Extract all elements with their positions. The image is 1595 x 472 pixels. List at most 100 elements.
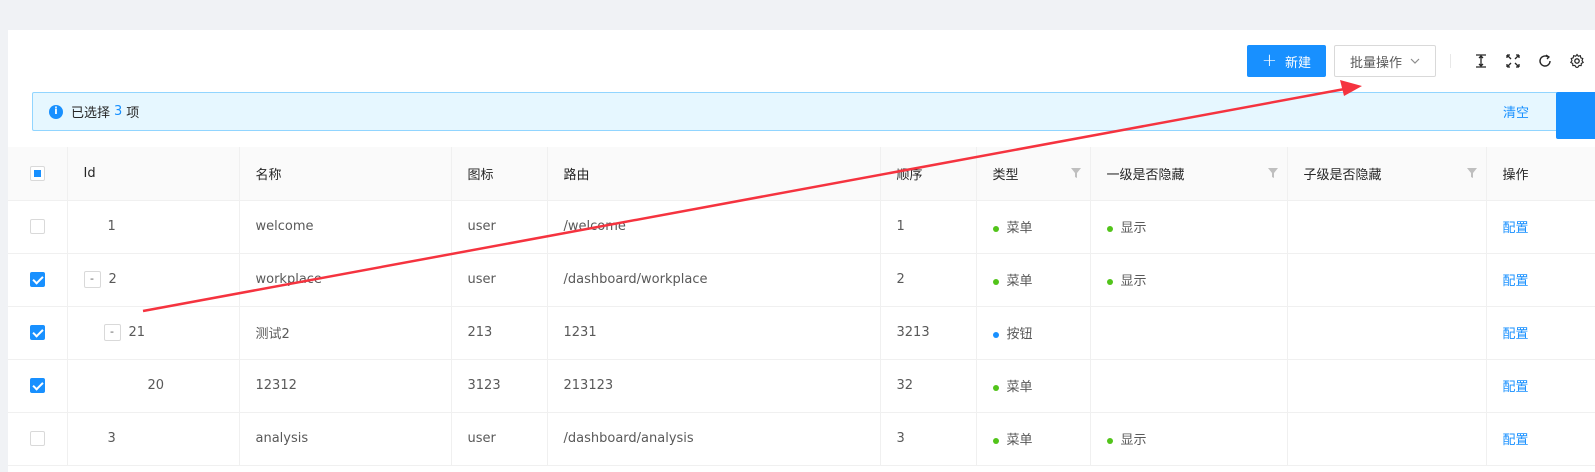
new-button-label: 新建 — [1284, 55, 1311, 71]
row-type: 菜单 — [1006, 433, 1033, 448]
cell-hide-children — [1287, 253, 1487, 307]
row-select-cell — [8, 412, 68, 466]
row-type: 菜单 — [1006, 274, 1033, 289]
status-dot — [1106, 278, 1113, 285]
fullscreen-icon[interactable] — [1505, 53, 1521, 69]
cell-order: 32 — [880, 359, 977, 413]
cell-name: 12312 — [239, 359, 452, 413]
cell-type: 菜单 — [976, 200, 1091, 254]
row-icon: user — [467, 272, 496, 287]
cell-order: 3 — [880, 412, 977, 466]
row-checkbox[interactable] — [29, 219, 45, 234]
cell-icon: 3123 — [451, 359, 548, 413]
header-type: 类型 — [976, 147, 1091, 201]
filter-icon[interactable] — [1267, 167, 1279, 179]
header-hide-children: 子级是否隐藏 — [1287, 147, 1487, 201]
row-route: /dashboard/workplace — [563, 272, 708, 287]
cell-id: -21 — [67, 306, 240, 360]
header-hide-children-label: 子级是否隐藏 — [1303, 167, 1382, 183]
cell-name: welcome — [239, 200, 452, 254]
table-row[interactable]: -21 测试2 213 1231 3213 按钮 配置 — [8, 306, 1595, 360]
clear-selection-link[interactable]: 清空 — [1503, 102, 1529, 121]
row-select-cell — [8, 359, 68, 413]
cell-name: 测试2 — [239, 306, 452, 360]
chevron-down-icon — [1410, 58, 1420, 64]
reload-icon[interactable] — [1537, 53, 1553, 69]
table-header-row: Id 名称 图标 路由 顺序 类型 一级是否隐藏 子级是否隐藏 操作 — [8, 147, 1595, 201]
select-all-checkbox[interactable] — [29, 165, 45, 181]
cell-action: 配置 — [1486, 412, 1595, 466]
status-dot — [992, 437, 999, 444]
batch-operation-dropdown[interactable]: 批量操作 — [1333, 45, 1436, 77]
status-dot — [992, 384, 999, 391]
selection-count: 3 — [114, 104, 123, 119]
side-drawer-handle[interactable] — [1556, 92, 1595, 139]
row-expand-icon[interactable]: - — [83, 271, 101, 288]
cell-hide-children — [1287, 359, 1487, 413]
toolbar-divider — [1450, 54, 1451, 68]
row-select-cell — [8, 306, 68, 360]
row-hide-level1: 显示 — [1120, 221, 1147, 236]
header-name: 名称 — [239, 147, 452, 201]
row-route: /dashboard/analysis — [563, 431, 694, 446]
table-row[interactable]: 20 12312 3123 213123 32 菜单 配置 — [8, 359, 1595, 413]
table-row[interactable]: 3 analysis user/dashboard/analysis 3 菜单 显示 配置 — [8, 412, 1595, 466]
row-checkbox[interactable] — [29, 272, 45, 287]
row-name: welcome — [255, 219, 314, 234]
cell-route: 1231 — [547, 306, 881, 360]
cell-hide-level1 — [1090, 306, 1288, 360]
header-type-label: 类型 — [992, 167, 1019, 183]
cell-order: 3213 — [880, 306, 977, 360]
new-button[interactable]: + 新建 — [1246, 45, 1326, 77]
row-name: workplace — [255, 272, 322, 287]
header-order: 顺序 — [880, 147, 977, 201]
row-id: 20 — [147, 378, 165, 393]
row-order: 1 — [896, 219, 905, 234]
row-order: 32 — [896, 378, 914, 393]
row-route: 1231 — [563, 325, 597, 340]
row-checkbox[interactable] — [29, 378, 45, 393]
cell-type: 菜单 — [976, 359, 1091, 413]
header-action: 操作 — [1486, 147, 1595, 201]
cell-action: 配置 — [1486, 253, 1595, 307]
table-toolbar: + 新建 批量操作 — [1246, 45, 1595, 77]
row-checkbox[interactable] — [29, 431, 45, 446]
status-dot — [1106, 437, 1113, 444]
cell-action: 配置 — [1486, 306, 1595, 360]
status-dot — [1106, 225, 1113, 232]
status-dot — [992, 225, 999, 232]
status-dot — [992, 331, 999, 338]
cell-id: -2 — [67, 253, 240, 307]
row-name: 12312 — [255, 378, 297, 393]
cell-icon: user — [451, 412, 548, 466]
cell-action: 配置 — [1486, 359, 1595, 413]
cell-hide-level1 — [1090, 359, 1288, 413]
filter-icon[interactable] — [1070, 167, 1082, 179]
setting-icon[interactable] — [1569, 53, 1585, 69]
row-config-link[interactable]: 配置 — [1503, 274, 1529, 289]
cell-order: 2 — [880, 253, 977, 307]
row-config-link[interactable]: 配置 — [1503, 433, 1529, 448]
table-row[interactable]: 1 welcome user/welcome 1 菜单 显示 配置 — [8, 200, 1595, 254]
row-config-link[interactable]: 配置 — [1503, 380, 1529, 395]
row-icon: user — [467, 219, 496, 234]
table-row[interactable]: -2 workplace user/dashboard/workplace 2 菜单 显示… — [8, 253, 1595, 307]
table-card: + 新建 批量操作 i 已选择 3 项 清空 Id 名称 图标 路由 顺序 类型… — [8, 30, 1595, 472]
cell-route: /dashboard/analysis — [547, 412, 881, 466]
selection-prefix: 已选择 — [71, 106, 111, 121]
row-expand-icon[interactable]: - — [103, 324, 121, 341]
row-route: /welcome — [563, 219, 626, 234]
column-height-icon[interactable] — [1473, 53, 1489, 69]
row-config-link[interactable]: 配置 — [1503, 327, 1529, 342]
cell-id: 3 — [67, 412, 240, 466]
selection-suffix: 项 — [126, 106, 140, 121]
filter-icon[interactable] — [1466, 167, 1478, 179]
cell-icon: 213 — [451, 306, 548, 360]
header-hide-level1-label: 一级是否隐藏 — [1106, 167, 1185, 183]
row-select-cell — [8, 200, 68, 254]
row-checkbox[interactable] — [29, 325, 45, 340]
batch-operation-label: 批量操作 — [1349, 55, 1402, 71]
cell-name: analysis — [239, 412, 452, 466]
cell-icon: user — [451, 200, 548, 254]
row-config-link[interactable]: 配置 — [1503, 221, 1529, 236]
